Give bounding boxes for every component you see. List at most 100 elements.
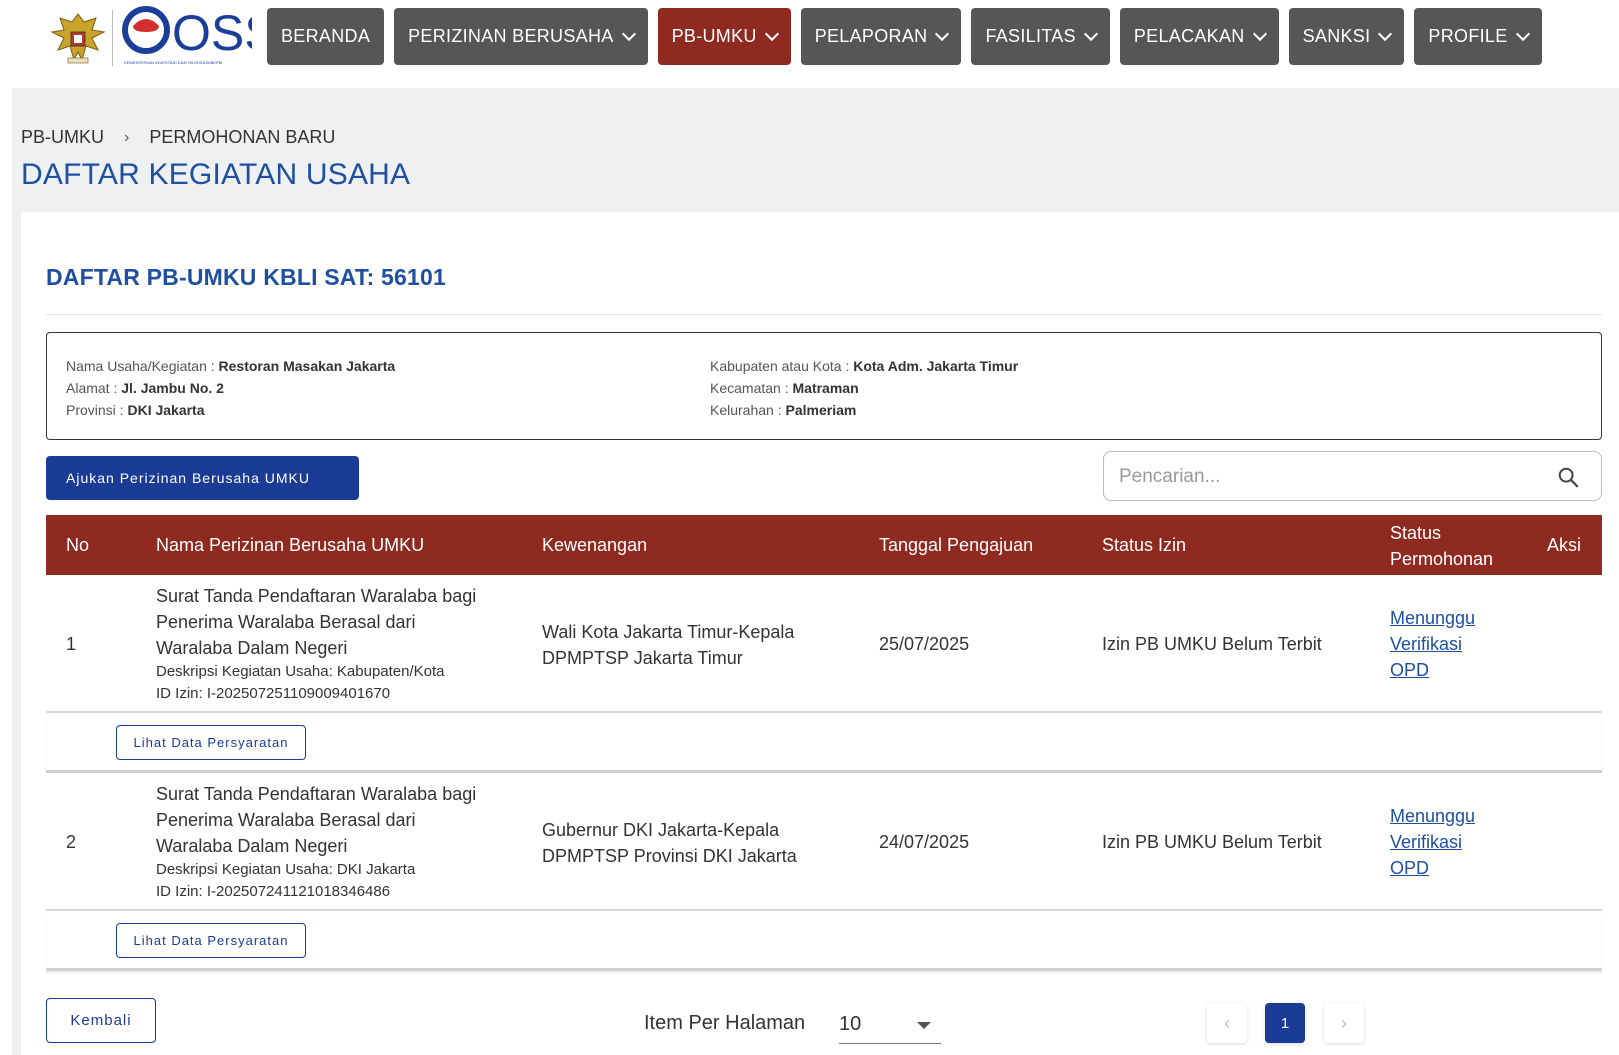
chevron-down-icon bbox=[1515, 26, 1530, 41]
cell-name: Surat Tanda Pendaftaran Waralaba bagi Pe… bbox=[156, 781, 476, 903]
nav-label: PROFILE bbox=[1428, 26, 1508, 46]
page-title: DAFTAR KEGIATAN USAHA bbox=[21, 158, 411, 191]
info-column-left: Nama Usaha/Kegiatan : Restoran Masakan J… bbox=[66, 355, 395, 421]
cell-date: 24/07/2025 bbox=[879, 832, 970, 852]
caret-down-icon bbox=[917, 1022, 931, 1029]
requirements-row: Lihat Data Persyaratan bbox=[46, 911, 1602, 971]
request-status-link[interactable]: Menunggu Verifikasi OPD bbox=[1390, 605, 1475, 683]
cell-description: Deskripsi Kegiatan Usaha: DKI Jakarta bbox=[156, 861, 416, 878]
search-box bbox=[1103, 451, 1602, 501]
table-row: 1 Surat Tanda Pendaftaran Waralaba bagi … bbox=[46, 575, 1602, 713]
breadcrumb-separator: › bbox=[124, 128, 130, 146]
cell-date: 25/07/2025 bbox=[879, 634, 970, 654]
chevron-down-icon bbox=[935, 26, 950, 41]
nav-label: FASILITAS bbox=[985, 26, 1076, 46]
pagination-next-button[interactable]: › bbox=[1324, 1003, 1364, 1043]
pagination-page-1[interactable]: 1 bbox=[1265, 1003, 1305, 1043]
header-no: No bbox=[66, 535, 90, 555]
info-value: Kota Adm. Jakarta Timur bbox=[853, 358, 1019, 374]
nav-label: PELAPORAN bbox=[814, 26, 928, 46]
table-row: 2 Surat Tanda Pendaftaran Waralaba bagi … bbox=[46, 773, 1602, 911]
request-status-link[interactable]: Menunggu Verifikasi OPD bbox=[1390, 803, 1475, 881]
chevron-down-icon bbox=[1252, 26, 1267, 41]
view-requirements-button[interactable]: Lihat Data Persyaratan bbox=[116, 923, 306, 958]
card-title: DAFTAR PB-UMKU KBLI SAT: 56101 bbox=[46, 264, 447, 290]
header-request-status: Status Permohonan bbox=[1390, 522, 1493, 570]
chevron-down-icon bbox=[764, 26, 779, 41]
nav-beranda[interactable]: BERANDA bbox=[267, 8, 385, 65]
per-page-select[interactable]: 10 bbox=[839, 1008, 941, 1044]
nav-pelaporan[interactable]: PELAPORAN bbox=[800, 8, 962, 65]
chevron-down-icon bbox=[621, 26, 636, 41]
authority-line: Wali Kota Jakarta Timur-Kepala bbox=[542, 622, 795, 642]
cell-permit-status: Izin PB UMKU Belum Terbit bbox=[1102, 832, 1322, 852]
name-line: Waralaba Dalam Negeri bbox=[156, 638, 348, 658]
card-divider bbox=[46, 314, 1602, 315]
nav-profile[interactable]: PROFILE bbox=[1414, 8, 1542, 65]
nav-pelacakan[interactable]: PELACAKAN bbox=[1119, 8, 1279, 65]
info-value: Matraman bbox=[792, 380, 859, 396]
cell-permit-status: Izin PB UMKU Belum Terbit bbox=[1102, 634, 1322, 654]
logo-text: OSS bbox=[172, 5, 252, 60]
status-line: Verifikasi bbox=[1390, 832, 1463, 852]
info-business-name: Nama Usaha/Kegiatan : Restoran Masakan J… bbox=[66, 355, 395, 377]
name-line: Waralaba Dalam Negeri bbox=[156, 836, 348, 856]
info-value: Restoran Masakan Jakarta bbox=[218, 358, 396, 374]
header-authority: Kewenangan bbox=[542, 535, 648, 555]
info-column-right: Kabupaten atau Kota : Kota Adm. Jakarta … bbox=[710, 355, 1018, 421]
info-city: Kabupaten atau Kota : Kota Adm. Jakarta … bbox=[710, 355, 1018, 377]
info-label: Kecamatan : bbox=[710, 380, 793, 396]
logo-subtext: KEMENTERIAN INVESTASI DAN HILIRISASI/BKP… bbox=[124, 60, 223, 65]
info-district: Kecamatan : Matraman bbox=[710, 377, 1018, 399]
info-label: Nama Usaha/Kegiatan : bbox=[66, 358, 219, 374]
status-line: Menunggu bbox=[1390, 806, 1476, 826]
pagination-prev-button[interactable]: ‹ bbox=[1207, 1003, 1247, 1043]
oss-logo[interactable]: OSS KEMENTERIAN INVESTASI DAN HILIRISASI… bbox=[48, 4, 252, 70]
cell-name: Surat Tanda Pendaftaran Waralaba bagi Pe… bbox=[156, 583, 476, 705]
nav-label: PELACAKAN bbox=[1133, 26, 1245, 46]
header-request-status-line: Permohonan bbox=[1390, 549, 1494, 569]
info-value: Jl. Jambu No. 2 bbox=[121, 380, 224, 396]
nav-perizinan-berusaha[interactable]: PERIZINAN BERUSAHA bbox=[394, 8, 648, 65]
nav-pb-umku[interactable]: PB-UMKU bbox=[657, 8, 791, 65]
back-button[interactable]: Kembali bbox=[46, 998, 156, 1043]
status-line: Menunggu bbox=[1390, 608, 1476, 628]
logo-separator bbox=[112, 10, 113, 66]
name-line: Surat Tanda Pendaftaran Waralaba bagi bbox=[156, 784, 477, 804]
view-requirements-button[interactable]: Lihat Data Persyaratan bbox=[116, 725, 306, 760]
nav-fasilitas[interactable]: FASILITAS bbox=[971, 8, 1110, 65]
cell-permit-id: ID Izin: I-202507241121018346486 bbox=[156, 883, 391, 900]
nav-sanksi[interactable]: SANKSI bbox=[1288, 8, 1405, 65]
authority-line: Gubernur DKI Jakarta-Kepala bbox=[542, 820, 780, 840]
authority-line: DPMPTSP Provinsi DKI Jakarta bbox=[542, 846, 797, 866]
oss-logo-mark: OSS bbox=[122, 5, 252, 60]
name-line: Penerima Waralaba Berasal dari bbox=[156, 810, 416, 830]
info-label: Kelurahan : bbox=[710, 402, 786, 418]
info-label: Provinsi : bbox=[66, 402, 128, 418]
info-label: Kabupaten atau Kota : bbox=[710, 358, 854, 374]
status-line: Verifikasi bbox=[1390, 634, 1463, 654]
nav-label: PB-UMKU bbox=[671, 26, 757, 46]
submit-umku-button[interactable]: Ajukan Perizinan Berusaha UMKU bbox=[46, 456, 359, 500]
nav-label: BERANDA bbox=[281, 26, 371, 46]
cell-permit-id: ID Izin: I-202507251109009401670 bbox=[156, 685, 391, 702]
breadcrumb-item-permohonan-baru: PERMOHONAN BARU bbox=[149, 127, 336, 147]
status-line: OPD bbox=[1390, 660, 1430, 680]
search-input[interactable] bbox=[1119, 464, 1539, 490]
garuda-emblem-icon bbox=[50, 13, 106, 64]
breadcrumb-item-pb-umku[interactable]: PB-UMKU bbox=[21, 127, 104, 148]
per-page-label: Item Per Halaman bbox=[644, 1012, 806, 1034]
per-page-value: 10 bbox=[839, 1013, 862, 1035]
info-value: DKI Jakarta bbox=[127, 402, 205, 418]
status-line: OPD bbox=[1390, 858, 1430, 878]
header-name: Nama Perizinan Berusaha UMKU bbox=[156, 535, 425, 555]
chevron-down-icon bbox=[1378, 26, 1393, 41]
search-icon[interactable] bbox=[1557, 466, 1579, 488]
nav-label: PERIZINAN BERUSAHA bbox=[408, 26, 614, 46]
header-permit-status: Status Izin bbox=[1102, 535, 1187, 555]
name-line: Penerima Waralaba Berasal dari bbox=[156, 612, 416, 632]
business-info-box: Nama Usaha/Kegiatan : Restoran Masakan J… bbox=[46, 332, 1602, 440]
authority-line: DPMPTSP Jakarta Timur bbox=[542, 648, 743, 668]
cell-no: 1 bbox=[66, 634, 77, 654]
info-value: Palmeriam bbox=[785, 402, 857, 418]
